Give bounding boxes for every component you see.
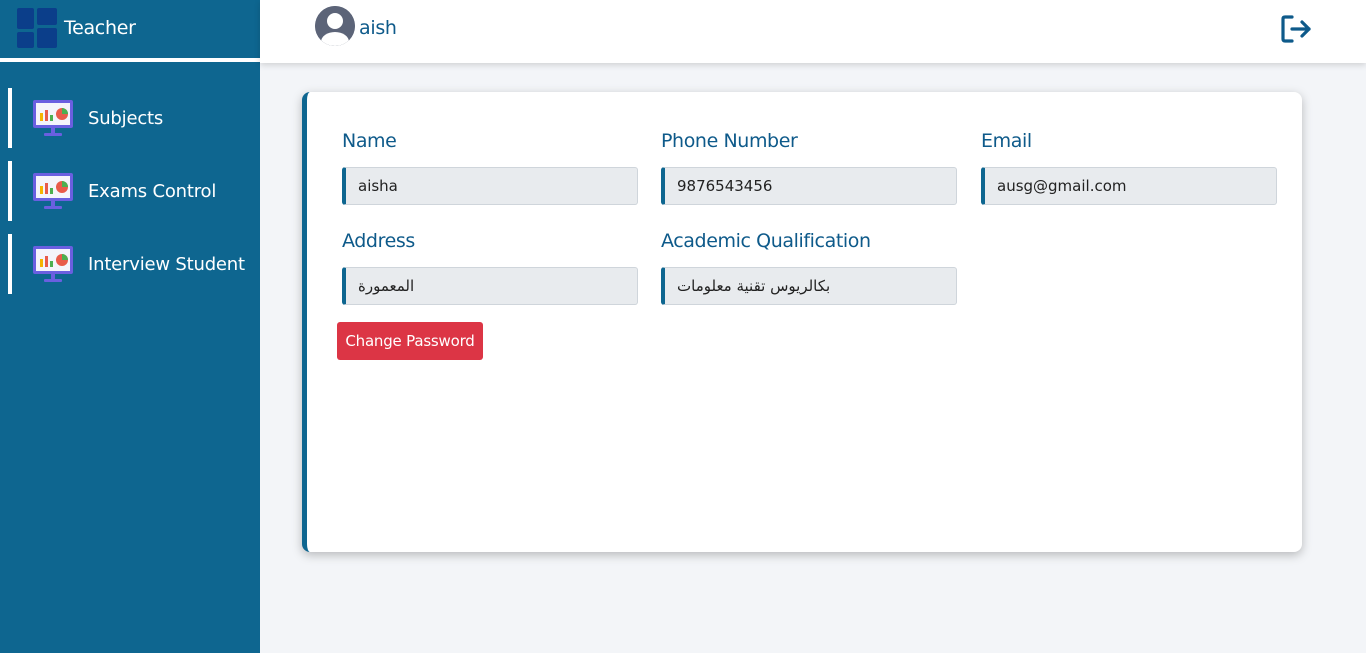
logout-icon[interactable] <box>1280 14 1314 44</box>
qualification-label: Academic Qualification <box>661 230 871 252</box>
brand: Teacher <box>0 0 260 58</box>
address-label: Address <box>342 230 415 252</box>
presentation-chart-icon <box>33 100 73 136</box>
phone-label: Phone Number <box>661 130 798 152</box>
email-label: Email <box>981 130 1032 152</box>
presentation-chart-icon <box>33 173 73 209</box>
sidebar-item-subjects[interactable]: Subjects <box>8 88 260 148</box>
sidebar-item-label: Subjects <box>88 107 164 129</box>
sidebar-item-label: Interview Student <box>88 253 245 275</box>
sidebar-item-exams-control[interactable]: Exams Control <box>8 161 260 221</box>
phone-field[interactable] <box>661 167 957 205</box>
name-label: Name <box>342 130 397 152</box>
brand-title: Teacher <box>64 17 136 39</box>
dashboard-grid-icon <box>17 8 57 48</box>
user-avatar-icon[interactable] <box>315 6 355 46</box>
profile-card: Name Phone Number Email Address Academic… <box>302 92 1302 552</box>
sidebar-item-label: Exams Control <box>88 180 217 202</box>
qualification-field[interactable] <box>661 267 957 305</box>
name-field[interactable] <box>342 167 638 205</box>
sidebar: Teacher Subjects Exams Control Interview… <box>0 0 260 653</box>
username: aish <box>359 17 397 39</box>
top-bar: aish <box>260 0 1366 63</box>
presentation-chart-icon <box>33 246 73 282</box>
email-field[interactable] <box>981 167 1277 205</box>
change-password-button[interactable]: Change Password <box>337 322 483 360</box>
brand-divider <box>0 58 260 62</box>
sidebar-item-interview-student[interactable]: Interview Student <box>8 234 260 294</box>
address-field[interactable] <box>342 267 638 305</box>
